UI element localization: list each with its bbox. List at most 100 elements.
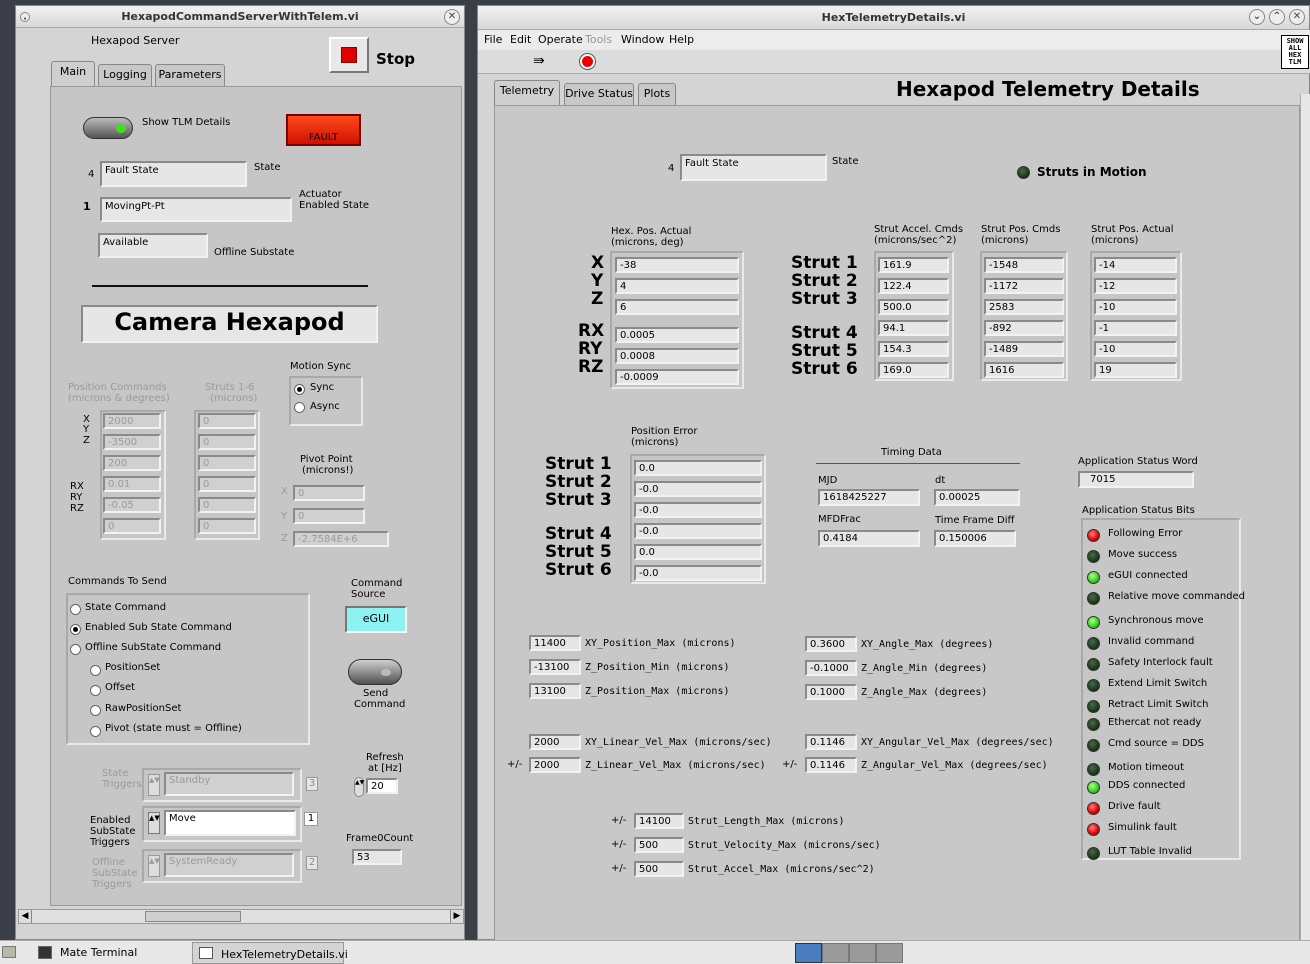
minimize-icon[interactable]: ⌄ — [1249, 9, 1265, 25]
strut-cmd-1[interactable]: 0 — [198, 413, 256, 429]
tab-drive-status[interactable]: Drive Status — [564, 83, 634, 105]
refresh-input[interactable]: 20 — [366, 778, 398, 794]
limit-input[interactable]: 500 — [634, 837, 684, 853]
hex-pos-ry: 0.0008 — [615, 348, 739, 364]
strut-cmd-4[interactable]: 0 — [198, 476, 256, 492]
pivot-y-input[interactable]: 0 — [293, 508, 365, 524]
strut-cmd-6[interactable]: 0 — [198, 518, 256, 534]
show-all-tlm-icon[interactable]: SHOW ALL HEX TLM — [1281, 35, 1309, 69]
menu-file[interactable]: File — [484, 30, 502, 50]
limit-input[interactable]: 14100 — [634, 813, 684, 829]
sync-radio[interactable] — [294, 384, 305, 395]
workspace-2[interactable] — [822, 943, 849, 963]
refresh-stepper-icon[interactable]: ▲▼ — [354, 777, 364, 797]
pos-err-1: 0.0 — [634, 460, 762, 476]
strut-cmd-3[interactable]: 0 — [198, 455, 256, 471]
menu-window[interactable]: Window — [621, 30, 664, 50]
offset-radio[interactable] — [90, 685, 101, 696]
scroll-right-icon[interactable]: ▶ — [450, 910, 463, 923]
limit-input[interactable]: 0.3600 — [805, 636, 857, 652]
limit-input[interactable]: 500 — [634, 861, 684, 877]
limit-input[interactable]: -13100 — [529, 659, 581, 675]
workspace-1[interactable] — [795, 943, 822, 963]
pos-cmd-x[interactable]: 2000 — [103, 413, 161, 429]
menu-edit[interactable]: Edit — [510, 30, 531, 50]
state-command-radio[interactable] — [70, 604, 81, 615]
accel-2: 122.4 — [878, 278, 949, 294]
tab-main[interactable]: Main — [51, 61, 95, 86]
pos-cmds-label-2: (microns & degrees) — [68, 393, 170, 404]
menu-tools[interactable]: Tools — [585, 30, 612, 50]
status-bit-label: DDS connected — [1108, 780, 1186, 791]
left-window-menu-icon[interactable]: · — [20, 12, 30, 25]
menu-operate[interactable]: Operate — [538, 30, 583, 50]
close-icon[interactable]: ✕ — [444, 9, 460, 25]
actuator-index: 1 — [83, 200, 91, 213]
limit-input[interactable]: -0.1000 — [805, 660, 857, 676]
workspace-switcher[interactable] — [795, 943, 905, 963]
limit-input[interactable]: 0.1000 — [805, 684, 857, 700]
run-arrow-icon[interactable]: ⇛ — [533, 53, 551, 69]
right-window-titlebar[interactable]: HexTelemetryDetails.vi ⌄ ⌃ ✕ — [478, 6, 1309, 30]
offline-substate-radio[interactable] — [70, 644, 81, 655]
taskbar-icon-folder[interactable] — [2, 946, 16, 958]
err-strut-name-2: Strut 2 — [545, 472, 612, 492]
taskbar-item-terminal[interactable]: Mate Terminal — [30, 941, 190, 964]
pivot-radio[interactable] — [90, 726, 101, 737]
rawpositionset-radio[interactable] — [90, 705, 101, 716]
tab-logging[interactable]: Logging — [98, 64, 152, 86]
struts-label-2: (microns) — [210, 393, 258, 404]
close-icon-right[interactable]: ✕ — [1289, 9, 1305, 25]
enabled-substate-radio[interactable] — [70, 624, 81, 635]
send-command-button[interactable] — [348, 659, 402, 685]
limit-label: Strut_Velocity_Max (microns/sec) — [688, 840, 881, 851]
left-window-titlebar[interactable]: HexapodCommandServerWithTelem.vi · ✕ — [16, 6, 464, 28]
hex-axis-rz: RZ — [578, 357, 604, 377]
taskbar-window-icon — [199, 947, 213, 959]
status-bit-label: LUT Table Invalid — [1108, 846, 1192, 857]
pos-cmd-rz[interactable]: 0 — [103, 518, 161, 534]
scroll-left-icon[interactable]: ◀ — [19, 910, 32, 923]
tab-plots[interactable]: Plots — [638, 83, 676, 105]
limit-label: XY_Angular_Vel_Max (degrees/sec) — [861, 737, 1054, 748]
async-radio[interactable] — [294, 402, 305, 413]
positionset-radio[interactable] — [90, 665, 101, 676]
pos-cmd-y[interactable]: -3500 — [103, 434, 161, 450]
offline-triggers-stepper-icon[interactable]: ▲▼ — [148, 855, 160, 877]
pos-cmd-z[interactable]: 200 — [103, 455, 161, 471]
menu-help[interactable]: Help — [669, 30, 694, 50]
workspace-4[interactable] — [876, 943, 903, 963]
limit-input[interactable]: 2000 — [529, 757, 581, 773]
pivot-x-input[interactable]: 0 — [293, 485, 365, 501]
limit-input[interactable]: 11400 — [529, 635, 581, 651]
vertical-scrollbar[interactable] — [1300, 94, 1310, 941]
tab-parameters[interactable]: Parameters — [155, 64, 225, 86]
pos-cmd-ry[interactable]: -0.05 — [103, 497, 161, 513]
strut-cmd-5[interactable]: 0 — [198, 497, 256, 513]
horizontal-scrollbar[interactable]: ◀ ▶ — [18, 909, 464, 924]
divider — [92, 285, 368, 287]
pivot-z-input[interactable]: -2.7584E+6 — [293, 531, 389, 547]
scroll-thumb[interactable] — [145, 911, 241, 922]
poscmd-6: 1616 — [984, 362, 1064, 378]
tab-telemetry[interactable]: Telemetry — [494, 80, 560, 105]
enabled-triggers-stepper-icon[interactable]: ▲▼ — [148, 812, 160, 834]
state-triggers-stepper-icon[interactable]: ▲▼ — [148, 774, 160, 796]
show-tlm-toggle[interactable] — [83, 117, 133, 139]
limit-input[interactable]: 0.1146 — [805, 757, 857, 773]
limit-input[interactable]: 2000 — [529, 734, 581, 750]
pos-cmd-rx[interactable]: 0.01 — [103, 476, 161, 492]
posact-label-2: (microns) — [1091, 235, 1139, 246]
stop-button[interactable] — [329, 37, 369, 73]
strut-cmd-2[interactable]: 0 — [198, 434, 256, 450]
limit-input[interactable]: 0.1146 — [805, 734, 857, 750]
workspace-3[interactable] — [849, 943, 876, 963]
state-triggers-label-2: Triggers — [102, 779, 142, 790]
maximize-icon[interactable]: ⌃ — [1269, 9, 1285, 25]
taskbar-item-telemetry[interactable]: HexTelemetryDetails.vi — [192, 942, 348, 964]
mjd-display: 1618425227 — [818, 489, 920, 506]
actuator-label-2: Enabled State — [299, 200, 370, 211]
limit-input[interactable]: 13100 — [529, 683, 581, 699]
strut-name-2: Strut 2 — [791, 271, 858, 291]
abort-icon[interactable] — [580, 54, 595, 69]
